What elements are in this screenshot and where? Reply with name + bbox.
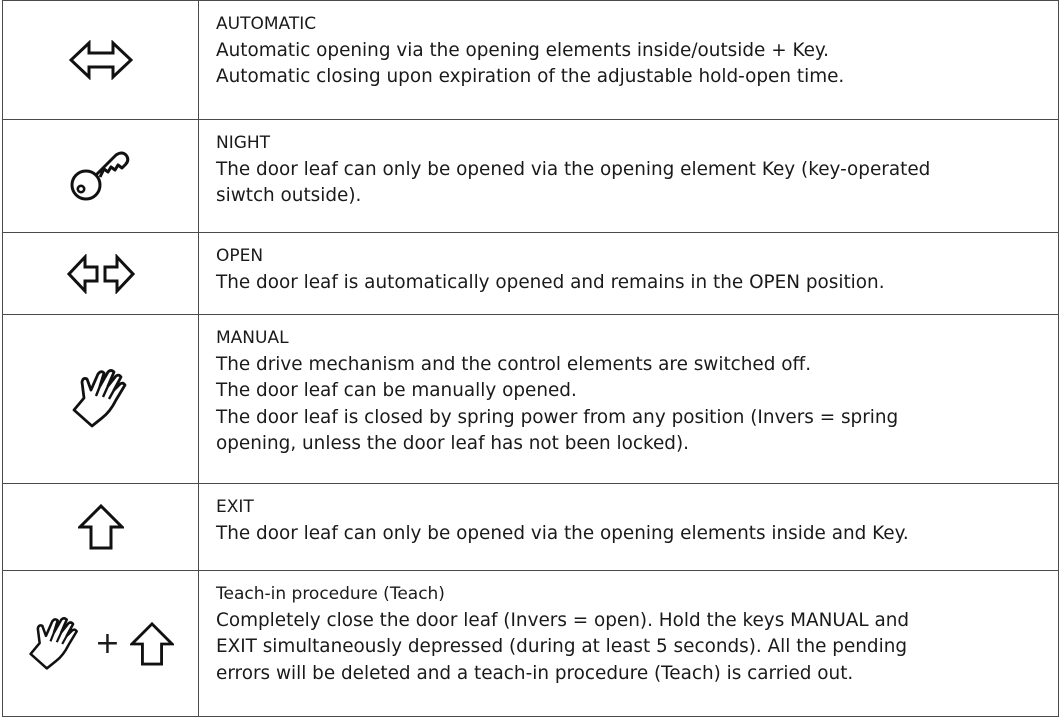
mode-title: NIGHT — [216, 133, 271, 153]
description-line: The door leaf can only be opened via the… — [216, 158, 931, 180]
icon-cell: + — [3, 571, 199, 716]
up-arrow-icon — [130, 621, 175, 666]
description-line: Automatic opening via the opening elemen… — [216, 39, 830, 61]
mode-title: Teach-in procedure (Teach) — [216, 584, 445, 604]
description-cell: OPEN The door leaf is automatically open… — [199, 233, 1058, 314]
table-row-exit: EXIT The door leaf can only be opened vi… — [3, 484, 1058, 571]
icon-cell — [3, 120, 199, 232]
hand-icon — [27, 616, 83, 672]
description-line: The door leaf can only be opened via the… — [216, 522, 909, 544]
mode-title: EXIT — [216, 497, 254, 517]
description-line: EXIT simultaneously depressed (during at… — [216, 636, 908, 657]
key-icon — [70, 149, 132, 203]
description-cell: MANUAL The drive mechanism and the contr… — [199, 315, 1058, 483]
icon-cell — [3, 1, 199, 119]
description-cell: Teach-in procedure (Teach) Completely cl… — [199, 571, 1058, 716]
table-row-teach: + Teach-in procedure (Teach) Completely … — [3, 571, 1058, 717]
mode-title: AUTOMATIC — [216, 14, 317, 34]
mode-table: AUTOMATIC Automatic opening via the open… — [2, 0, 1059, 717]
description-line: Completely close the door leaf (Invers =… — [216, 609, 910, 631]
description-cell: AUTOMATIC Automatic opening via the open… — [199, 1, 1058, 119]
mode-title: MANUAL — [216, 328, 289, 348]
icon-cell — [3, 233, 199, 314]
table-row-automatic: AUTOMATIC Automatic opening via the open… — [3, 1, 1058, 120]
icon-cell — [3, 315, 199, 483]
description-line: Automatic closing upon expiration of the… — [216, 66, 845, 87]
double-arrow-icon — [68, 40, 133, 80]
table-row-manual: MANUAL The drive mechanism and the contr… — [3, 315, 1058, 484]
description-line: siwtch outside). — [216, 185, 362, 206]
description-line: The door leaf can be manually opened. — [216, 380, 577, 401]
table-row-night: NIGHT The door leaf can only be opened v… — [3, 120, 1058, 233]
split-arrows-icon — [66, 253, 135, 294]
description-line: opening, unless the door leaf has not be… — [216, 433, 689, 454]
description-cell: EXIT The door leaf can only be opened vi… — [199, 484, 1058, 570]
mode-title: OPEN — [216, 246, 264, 266]
table-row-open: OPEN The door leaf is automatically open… — [3, 233, 1058, 315]
description-line: The door leaf is closed by spring power … — [216, 406, 899, 428]
description-line: The drive mechanism and the control elem… — [216, 353, 812, 375]
up-arrow-icon — [77, 504, 124, 550]
plus-sign: + — [94, 626, 121, 661]
icon-cell — [3, 484, 199, 570]
description-line: errors will be deleted and a teach-in pr… — [216, 662, 854, 684]
description-cell: NIGHT The door leaf can only be opened v… — [199, 120, 1058, 232]
hand-icon — [70, 368, 132, 430]
description-line: The door leaf is automatically opened an… — [216, 271, 885, 293]
